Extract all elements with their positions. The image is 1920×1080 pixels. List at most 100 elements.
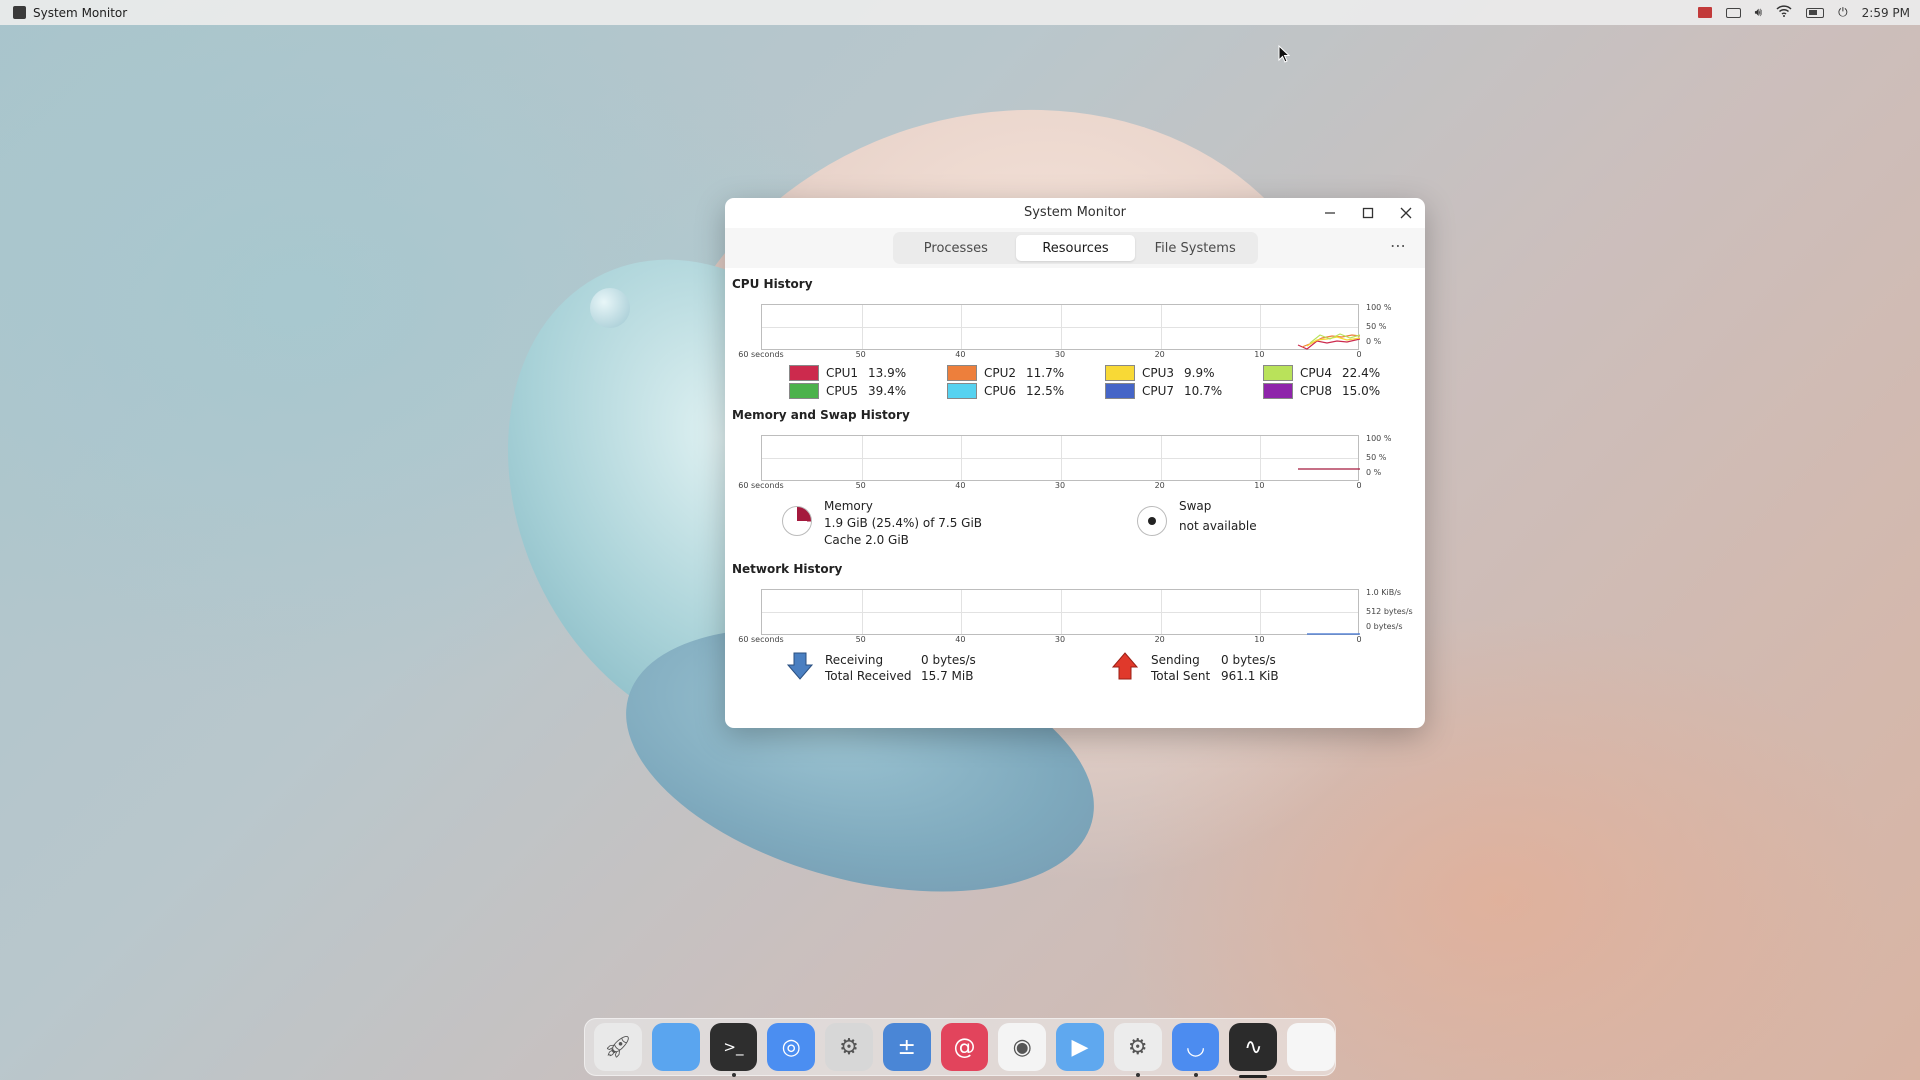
memory-label: Memory [824,499,873,513]
x-tick-label: 10 [1254,481,1265,490]
y-tick-label: 1.0 KiB/s [1366,588,1402,597]
x-tick-label: 20 [1154,635,1165,644]
x-tick-label: 40 [955,635,966,644]
x-tick-label: 20 [1154,350,1165,359]
keyboard-icon[interactable] [1725,7,1741,18]
tab-resources[interactable]: Resources [1015,235,1136,261]
cpu-percent: 22.4% [1342,366,1381,380]
files-icon[interactable] [651,1023,700,1071]
active-app-title[interactable]: System Monitor [33,6,127,20]
resources-panel: CPU History 60 seconds 50 40 30 20 10 0 100 % 50… [725,277,1425,684]
cpu-legend: CPU1 13.9% CPU2 11.7% CPU3 9.9% CPU4 22.4% CPU5 3… [732,365,1418,399]
close-button[interactable] [1395,203,1417,223]
sending-value: 0 bytes/s [1221,653,1276,667]
network-history-title: Network History [732,562,843,576]
x-tick-label: 60 seconds [738,350,784,359]
cpu-legend-item[interactable]: CPU1 13.9% [789,365,947,381]
x-tick-label: 10 [1254,635,1265,644]
cpu-color-swatch[interactable] [1263,383,1293,399]
power-icon[interactable]: ⏻ [1838,5,1848,20]
cpu-percent: 9.9% [1184,366,1215,380]
x-tick-label: 0 [1356,481,1362,490]
tab-processes[interactable]: Processes [896,235,1016,261]
clock[interactable]: 2:59 PM [1862,6,1910,20]
x-tick-label: 10 [1254,350,1265,359]
cpu-legend-item[interactable]: CPU6 12.5% [947,383,1105,399]
cpu-name: CPU8 [1300,384,1333,398]
cpu-color-swatch[interactable] [947,383,977,399]
terminal-icon[interactable]: >_ [709,1023,758,1077]
system-monitor-window: System Monitor Processes Resources File … [725,198,1425,728]
notification-flag-icon[interactable] [1697,7,1712,18]
trash-icon[interactable] [1287,1023,1335,1071]
dock: 🚀︎ >_ ◎ ⚙ ± @ ◉ ▶ ⚙ ◡ ∿ [584,1018,1336,1078]
network-graph-area: 60 seconds 50 40 30 20 10 0 1.0 KiB/s 512 bytes/… [732,584,1418,644]
cpu-legend-item[interactable]: CPU5 39.4% [789,383,947,399]
browser-icon[interactable]: ◎ [767,1023,816,1071]
media-player-icon[interactable]: ▶ [1056,1023,1104,1071]
cpu-color-swatch[interactable] [947,365,977,381]
cpu-color-swatch[interactable] [789,383,819,399]
receiving-label: Receiving [825,653,884,667]
cpu-history-graph [761,304,1360,350]
y-tick-label: 50 % [1366,322,1387,331]
memory-swap-title: Memory and Swap History [732,408,910,422]
swap-info: Swap not available [1179,498,1257,535]
receiving-values: 0 bytes/s 15.7 MiB [921,652,976,684]
mouse-cursor-icon [1278,44,1291,67]
total-received-value: 15.7 MiB [921,669,974,683]
cpu-color-swatch[interactable] [1263,365,1293,381]
cpu-color-swatch[interactable] [1105,365,1135,381]
title-bar[interactable]: System Monitor [725,198,1425,228]
wifi-icon[interactable] [1776,5,1792,20]
cpu-legend-item[interactable]: CPU3 9.9% [1105,365,1263,381]
grid-line [762,458,1358,459]
system-monitor-icon[interactable]: ∿ [1229,1023,1278,1078]
sending-labels: Sending Total Sent [1151,652,1210,684]
app-store-icon[interactable]: ◡ [1171,1023,1220,1077]
x-tick-label: 50 [855,635,866,644]
debian-icon[interactable]: @ [940,1023,989,1071]
memory-history-graph [761,435,1360,481]
tab-file-systems[interactable]: File Systems [1135,235,1255,261]
cpu-name: CPU5 [826,384,859,398]
cpu-percent: 11.7% [1026,366,1065,380]
total-received-label: Total Received [825,669,912,683]
sending-arrow-icon [1112,652,1138,680]
running-indicator [731,1073,736,1077]
running-indicator [1135,1073,1140,1077]
cpu-color-swatch[interactable] [1105,383,1135,399]
y-tick-label: 50 % [1366,453,1387,462]
x-tick-label: 30 [1054,481,1066,490]
swap-pie-icon [1137,506,1167,536]
network-history-graph [761,589,1360,635]
cpu-legend-item[interactable]: CPU2 11.7% [947,365,1105,381]
grid-line [762,327,1358,328]
minimize-button[interactable] [1319,203,1341,223]
memory-info: Memory 1.9 GiB (25.4%) of 7.5 GiB Cache … [824,498,982,549]
screenshot-icon[interactable]: ◉ [998,1023,1047,1071]
y-tick-label: 100 % [1366,434,1392,443]
x-tick-label: 50 [855,481,866,490]
y-tick-label: 0 % [1366,337,1382,346]
y-tick-label: 100 % [1366,303,1392,312]
cpu-color-swatch[interactable] [789,365,819,381]
more-options-icon[interactable]: ⋯ [1390,236,1407,255]
system-tray: 🔊︎ ⏻ 2:59 PM [1697,0,1920,25]
y-tick-label: 0 % [1366,468,1382,477]
cpu-legend-item[interactable]: CPU7 10.7% [1105,383,1263,399]
cpu-legend-item[interactable]: CPU8 15.0% [1263,383,1421,399]
cpu-legend-item[interactable]: CPU4 22.4% [1263,365,1421,381]
calculator-icon[interactable]: ± [882,1023,931,1071]
launcher-icon[interactable]: 🚀︎ [594,1023,642,1071]
receiving-value: 0 bytes/s [921,653,976,667]
cpu-percent: 10.7% [1184,384,1223,398]
volume-icon[interactable]: 🔊︎ [1755,5,1763,20]
system-settings-icon[interactable]: ⚙ [1113,1023,1162,1077]
x-tick-label: 0 [1356,635,1362,644]
settings-icon[interactable]: ⚙ [825,1023,873,1071]
sending-values: 0 bytes/s 961.1 KiB [1221,652,1279,684]
grid-line [762,612,1358,613]
battery-icon[interactable] [1806,7,1825,18]
maximize-button[interactable] [1357,203,1379,223]
